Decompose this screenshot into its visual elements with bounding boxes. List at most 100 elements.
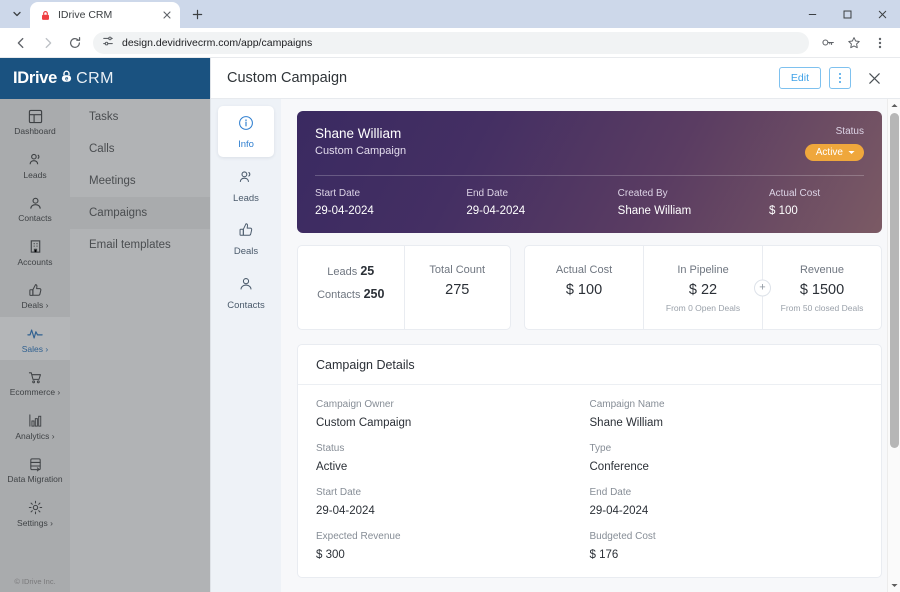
sidebar-item-contacts[interactable]: Contacts: [0, 186, 70, 230]
hero-divider: [315, 175, 864, 176]
field-start-date: Start Date 29-04-2024: [316, 487, 590, 517]
pulse-icon: [27, 326, 43, 342]
browser-menu-icon[interactable]: [868, 31, 892, 55]
app-sidebar: IDrive e CRM Dashboard Leads Contacts Ac…: [0, 58, 210, 592]
field-label: End Date: [466, 188, 509, 199]
stat-actual-cost: Actual Cost $ 100: [525, 246, 643, 329]
scrollbar-thumb[interactable]: [890, 113, 899, 448]
sidebar-item-deals[interactable]: Deals ›: [0, 273, 70, 317]
browser-tab-title: IDrive CRM: [58, 9, 113, 21]
hero-field-start-date: Start Date 29-04-2024: [315, 188, 466, 217]
field-label: Budgeted Cost: [589, 531, 656, 542]
tab-leads[interactable]: Leads: [218, 160, 274, 211]
info-circle-icon: [238, 115, 254, 136]
window-close-icon[interactable]: [865, 0, 900, 28]
gear-icon: [28, 500, 43, 516]
campaign-details-card: Campaign Details Campaign Owner Custom C…: [297, 344, 882, 578]
more-options-button[interactable]: [829, 67, 851, 89]
tab-info[interactable]: Info: [218, 106, 274, 157]
sidebar-label: Contacts: [18, 213, 52, 223]
submenu-label: Calls: [89, 143, 115, 155]
sidebar-item-sales[interactable]: Sales ›: [0, 316, 70, 360]
hero-field-created-by: Created By Shane William: [618, 188, 769, 217]
submenu-label: Meetings: [89, 175, 136, 187]
sidebar-item-data-migration[interactable]: Data Migration: [0, 447, 70, 491]
scroll-up-arrow[interactable]: [888, 99, 900, 112]
key-icon[interactable]: [816, 31, 840, 55]
stat-card-counts: Leads 25 Contacts 250 Total Count 275: [297, 245, 511, 330]
maximize-icon[interactable]: [830, 0, 865, 28]
contacts-value: 250: [363, 287, 385, 301]
stats-row: Leads 25 Contacts 250 Total Count 275 Ac…: [297, 245, 882, 330]
scroll-down-arrow[interactable]: [888, 579, 900, 592]
submenu-item-meetings[interactable]: Meetings: [70, 165, 210, 197]
submenu-item-tasks[interactable]: Tasks: [70, 101, 210, 133]
contact-icon: [238, 276, 254, 297]
submenu-item-email-templates[interactable]: Email templates: [70, 229, 210, 261]
leads-value: 25: [360, 264, 375, 278]
field-label: Campaign Owner: [316, 399, 394, 410]
submenu-item-calls[interactable]: Calls: [70, 133, 210, 165]
sidebar-label: Data Migration: [7, 474, 63, 484]
field-value: 29-04-2024: [315, 205, 374, 217]
sidebar-item-dashboard[interactable]: Dashboard: [0, 99, 70, 143]
reload-icon[interactable]: [62, 30, 88, 56]
stat-in-pipeline: In Pipeline $ 22 From 0 Open Deals +: [643, 246, 771, 329]
leads-icon: [28, 152, 43, 168]
close-icon[interactable]: [159, 8, 174, 23]
stat-revenue: Revenue $ 1500 From 50 closed Deals: [762, 246, 881, 329]
hero-name: Shane William: [315, 126, 402, 141]
window-controls: [795, 0, 900, 28]
tab-label: Contacts: [227, 299, 265, 311]
stat-note: From 0 Open Deals: [665, 303, 741, 313]
campaign-detail-panel: Custom Campaign Edit Info Leads Deals Co…: [210, 58, 900, 592]
thumbs-up-icon: [238, 222, 254, 243]
database-icon: [28, 456, 43, 472]
stat-value: $ 100: [565, 282, 603, 298]
stat-card-financials: Actual Cost $ 100 In Pipeline $ 22 From …: [524, 245, 882, 330]
sidebar-item-settings[interactable]: Settings ›: [0, 491, 70, 535]
leads-icon: [238, 169, 254, 190]
tab-deals[interactable]: Deals: [218, 213, 274, 264]
star-icon[interactable]: [842, 31, 866, 55]
sidebar-item-analytics[interactable]: Analytics ›: [0, 404, 70, 448]
sidebar-label: Deals ›: [21, 300, 49, 310]
field-value: $ 176: [589, 549, 619, 561]
stat-total-count: Total Count 275: [403, 246, 511, 329]
edit-button[interactable]: Edit: [778, 67, 821, 89]
stat-note: From 50 closed Deals: [780, 303, 864, 313]
vertical-scrollbar[interactable]: [887, 99, 900, 592]
copyright-text: © IDrive Inc.: [14, 577, 56, 586]
submenu-label: Email templates: [89, 239, 171, 251]
back-icon[interactable]: [8, 30, 34, 56]
tab-label: Deals: [233, 246, 259, 257]
sidebar-label: Analytics ›: [15, 430, 55, 441]
status-badge[interactable]: Active: [804, 144, 864, 161]
tune-icon[interactable]: [102, 34, 114, 52]
sidebar-item-leads[interactable]: Leads: [0, 143, 70, 187]
forward-icon[interactable]: [35, 30, 61, 56]
details-row: Campaign Owner Custom Campaign Campaign …: [316, 399, 863, 429]
sidebar-item-ecommerce[interactable]: Ecommerce ›: [0, 360, 70, 404]
new-tab-button[interactable]: [185, 2, 209, 26]
tab-contacts[interactable]: Contacts: [218, 267, 274, 318]
address-bar[interactable]: design.devidrivecrm.com/app/campaigns: [93, 31, 809, 54]
sidebar-label: Dashboard: [14, 126, 56, 136]
detail-content: Shane William Custom Campaign Status Act…: [281, 99, 900, 592]
sidebar-icon-rail: Dashboard Leads Contacts Accounts Deals …: [0, 99, 70, 592]
field-label: Start Date: [315, 188, 361, 199]
browser-tab[interactable]: IDrive CRM: [30, 2, 180, 28]
leads-line: Leads 25: [304, 264, 398, 278]
stat-label: In Pipeline: [677, 264, 729, 276]
sidebar-item-accounts[interactable]: Accounts: [0, 230, 70, 274]
stat-leads-contacts: Leads 25 Contacts 250: [298, 246, 404, 329]
field-budgeted-cost: Budgeted Cost $ 176: [590, 531, 864, 561]
stat-value: 275: [445, 282, 470, 298]
minimize-icon[interactable]: [795, 0, 830, 28]
tab-search-icon[interactable]: [4, 2, 30, 26]
browser-tab-strip: IDrive CRM: [0, 0, 900, 28]
app-logo[interactable]: IDrive e CRM: [0, 58, 210, 99]
close-panel-button[interactable]: [862, 66, 886, 90]
submenu-item-campaigns[interactable]: Campaigns: [70, 197, 210, 229]
field-value: Active: [316, 461, 348, 473]
